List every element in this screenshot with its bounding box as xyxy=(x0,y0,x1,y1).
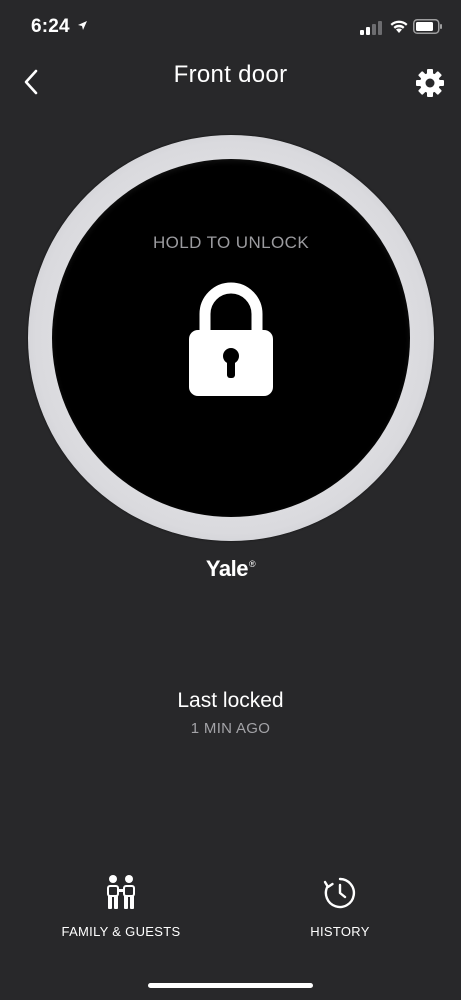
gear-icon xyxy=(416,69,444,97)
location-arrow-icon xyxy=(78,21,87,30)
cellular-signal-icon xyxy=(360,21,382,35)
battery-icon xyxy=(413,19,442,34)
hold-to-unlock-label: HOLD TO UNLOCK xyxy=(152,233,310,252)
last-activity-time: 1 MIN AGO xyxy=(190,720,271,737)
status-bar: 6:24 xyxy=(0,0,461,52)
home-indicator[interactable] xyxy=(148,983,313,988)
tab-family-guests-label: FAMILY & GUESTS xyxy=(61,924,181,939)
status-time: 6:24 xyxy=(31,16,70,37)
nav-header: Front door xyxy=(0,52,461,100)
last-activity-title: Last locked xyxy=(177,689,284,712)
lock-screen: 6:24 Front door HOLD TO UNLOCK Yale® Las… xyxy=(0,0,461,1000)
wifi-icon xyxy=(390,20,408,33)
tab-family-guests[interactable]: FAMILY & GUESTS xyxy=(31,870,211,939)
clock-icon xyxy=(323,877,356,909)
brand-logo: Yale® xyxy=(205,556,256,581)
padlock-locked-icon xyxy=(189,282,273,396)
tab-history[interactable]: HISTORY xyxy=(250,870,430,939)
tab-history-label: HISTORY xyxy=(310,924,370,939)
settings-button[interactable] xyxy=(414,67,446,99)
family-icon xyxy=(107,875,135,909)
page-title: Front door xyxy=(173,61,288,88)
